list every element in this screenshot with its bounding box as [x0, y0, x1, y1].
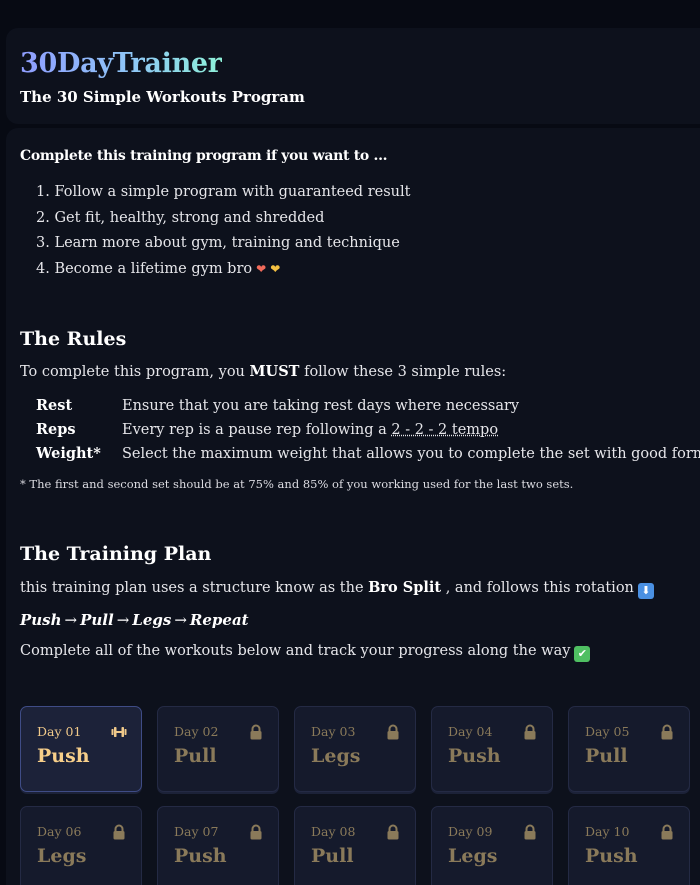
red-heart-icon: ❤	[256, 262, 267, 277]
day-tile-1[interactable]: Day 01 Push	[20, 706, 142, 792]
rules-intro: To complete this program, you MUST follo…	[20, 363, 507, 380]
lock-icon	[659, 724, 675, 740]
goal-item: 2. Get fit, healthy, strong and shredded	[36, 209, 325, 226]
app-subtitle: The 30 Simple Workouts Program	[20, 88, 305, 106]
app-title[interactable]: 30DayTrainer	[20, 48, 222, 79]
day-label: Day 04	[448, 724, 493, 739]
goal-item: 4. Become a lifetime gym bro ❤ ❤	[36, 261, 281, 278]
intro-heading: Complete this training program if you wa…	[20, 148, 388, 164]
lock-icon	[385, 824, 401, 840]
rule-row-rest: Rest Ensure that you are taking rest days…	[36, 394, 700, 418]
lock-icon	[385, 724, 401, 740]
rule-row-reps: Reps Every rep is a pause rep following a…	[36, 418, 700, 442]
lock-icon	[248, 724, 264, 740]
day-workout-name: Push	[37, 745, 90, 767]
day-workout-name: Pull	[585, 745, 628, 767]
dumbbell-icon	[111, 724, 127, 740]
day-label: Day 07	[174, 824, 219, 839]
day-workout-name: Push	[585, 845, 638, 867]
day-tile-8[interactable]: Day 08 Pull	[294, 806, 416, 885]
check-mark-icon: ✔	[574, 646, 591, 662]
complete-text: Complete all of the workouts below and t…	[20, 643, 591, 662]
day-label: Day 02	[174, 724, 219, 739]
day-label: Day 08	[311, 824, 356, 839]
day-label: Day 03	[311, 724, 356, 739]
lock-icon	[522, 724, 538, 740]
lock-icon	[111, 824, 127, 840]
day-workout-name: Pull	[174, 745, 217, 767]
rule-row-weight: Weight* Select the maximum weight that al…	[36, 442, 700, 466]
day-tile-9[interactable]: Day 09 Legs	[431, 806, 553, 885]
rules-list: Rest Ensure that you are taking rest days…	[36, 394, 700, 466]
day-tile-10[interactable]: Day 10 Push	[568, 806, 690, 885]
rule-text: Ensure that you are taking rest days whe…	[122, 398, 520, 414]
day-label: Day 10	[585, 824, 630, 839]
day-tile-2[interactable]: Day 02 Pull	[157, 706, 279, 792]
lock-icon	[248, 824, 264, 840]
day-workout-name: Pull	[311, 845, 354, 867]
rule-name: Rest	[36, 397, 73, 414]
goals-list: 1. Follow a simple program with guarante…	[36, 180, 410, 283]
plan-intro: this training plan uses a structure know…	[20, 579, 654, 599]
day-workout-name: Legs	[37, 845, 87, 867]
tempo-link[interactable]: 2 - 2 - 2 tempo	[391, 422, 498, 438]
goal-item: 3. Learn more about gym, training and te…	[36, 235, 400, 252]
day-workout-name: Legs	[448, 845, 498, 867]
rule-text: Select the maximum weight that allows yo…	[122, 446, 700, 462]
lock-icon	[659, 824, 675, 840]
header-card: 30DayTrainer The 30 Simple Workouts Prog…	[6, 28, 700, 124]
plan-title: The Training Plan	[20, 543, 212, 565]
rule-name: Reps	[36, 421, 76, 438]
day-workout-name: Push	[174, 845, 227, 867]
day-tile-5[interactable]: Day 05 Pull	[568, 706, 690, 792]
day-tile-4[interactable]: Day 04 Push	[431, 706, 553, 792]
rotation-sequence: Push → Pull → Legs → Repeat	[20, 611, 249, 629]
day-label: Day 01	[37, 724, 82, 739]
goal-item: 1. Follow a simple program with guarante…	[36, 184, 411, 200]
yellow-heart-icon: ❤	[270, 262, 281, 277]
lock-icon	[522, 824, 538, 840]
rule-name: Weight*	[36, 445, 101, 462]
day-label: Day 09	[448, 824, 493, 839]
rules-footnote: * The first and second set should be at …	[20, 477, 574, 491]
day-workout-name: Legs	[311, 745, 361, 767]
day-label: Day 06	[37, 824, 82, 839]
day-tile-6[interactable]: Day 06 Legs	[20, 806, 142, 885]
day-label: Day 05	[585, 724, 630, 739]
day-workout-name: Push	[448, 745, 501, 767]
day-tile-3[interactable]: Day 03 Legs	[294, 706, 416, 792]
rule-text: Every rep is a pause rep following a	[122, 422, 392, 438]
day-tile-7[interactable]: Day 07 Push	[157, 806, 279, 885]
rules-title: The Rules	[20, 328, 127, 350]
down-arrow-icon: ⬇	[637, 583, 654, 599]
